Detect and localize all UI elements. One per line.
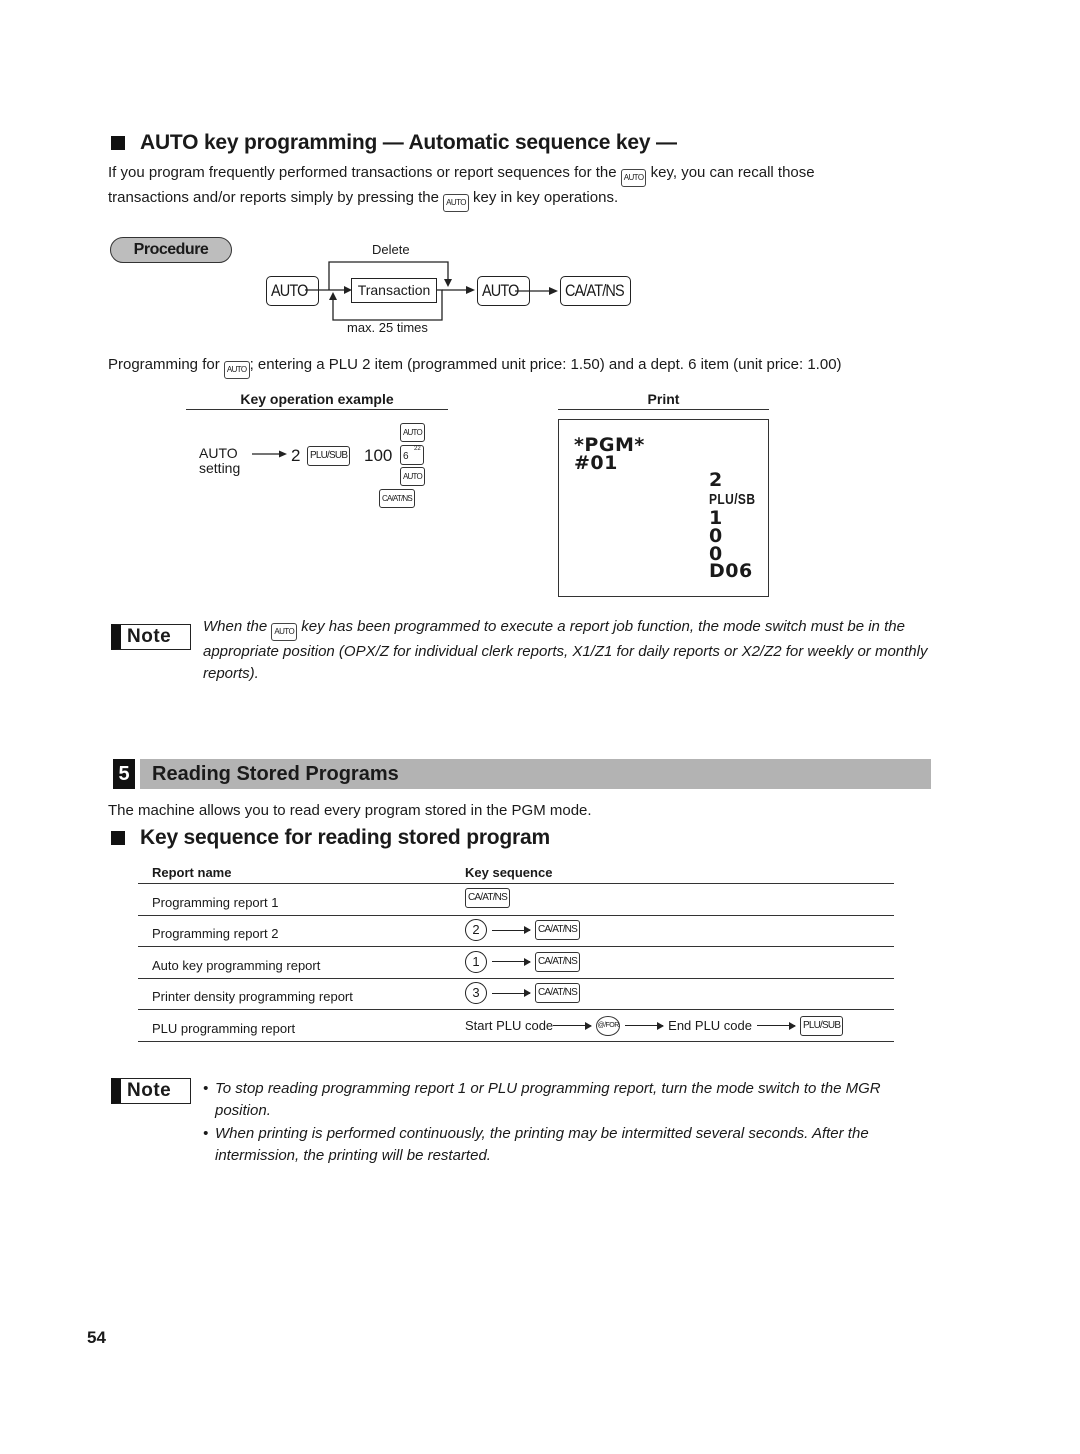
page-number: 54 xyxy=(87,1328,106,1347)
dept-key-sup: 22 xyxy=(414,446,421,452)
entry-number: 2 xyxy=(291,446,301,465)
report-name: Auto key programming report xyxy=(152,957,321,973)
section-title: Reading Stored Programs xyxy=(140,759,931,789)
arrow-icon xyxy=(515,287,558,295)
caatns-key: CA/AT/NS xyxy=(535,983,580,1003)
end-plu-label: End PLU code xyxy=(668,1018,752,1033)
example-desc-2: ; entering a PLU 2 item (programmed unit… xyxy=(249,356,842,373)
report-name: Programming report 1 xyxy=(152,894,279,910)
start-plu-label: Start PLU code xyxy=(465,1018,554,1033)
auto-key-icon: AUTO xyxy=(443,194,469,212)
numeric-key: 3 xyxy=(465,982,487,1004)
numeric-key: 1 xyxy=(465,950,487,973)
intro-text-3: transactions and/or reports simply by pr… xyxy=(108,189,439,206)
receipt-line: #01 xyxy=(574,452,618,474)
print-heading: Print xyxy=(558,391,769,410)
key-sequence: CA/AT/NS xyxy=(465,887,894,910)
auto-key-intro: If you program frequently performed tran… xyxy=(108,162,928,212)
table-header: Report name Key sequence xyxy=(138,862,894,884)
header-report-name: Report name xyxy=(152,865,232,880)
section-5-header: 5 Reading Stored Programs xyxy=(113,759,931,789)
key-sequence-heading: Key sequence for reading stored program xyxy=(111,826,550,850)
key-operation-heading: Key operation example xyxy=(186,391,448,410)
procedure-caatns-key: CA/AT/NS xyxy=(560,276,631,306)
key-sequence: 1 CA/AT/NS xyxy=(465,950,894,973)
receipt-print: *PGM* #01 2 PLU/SB 1 0 0 D06 xyxy=(558,419,769,597)
auto-key-top: AUTO xyxy=(400,423,425,442)
table-row: Programming report 1 CA/AT/NS xyxy=(138,884,894,916)
table-row: Programming report 2 2 CA/AT/NS xyxy=(138,916,894,947)
receipt-line: D06 xyxy=(709,560,753,582)
note2-list: • To stop reading programming report 1 o… xyxy=(203,1078,928,1167)
plu-sub-key: PLU/SUB xyxy=(307,446,351,466)
key-sequence: Start PLU code @/FOR End PLU code PLU/SU… xyxy=(465,1015,894,1036)
note2-bullet: • To stop reading programming report 1 o… xyxy=(203,1078,928,1122)
report-table: Report name Key sequence Programming rep… xyxy=(138,862,894,1042)
procedure-auto-key-start: AUTO xyxy=(266,276,319,306)
arrow-icon xyxy=(492,989,531,997)
section-number: 5 xyxy=(113,759,135,789)
transaction-box: Transaction xyxy=(351,278,437,303)
table-row: PLU programming report Start PLU code @/… xyxy=(138,1010,894,1042)
note1-text-2: key has been programmed to execute a rep… xyxy=(203,618,928,682)
bullet-dot: • xyxy=(203,1080,209,1097)
note-badge: Note xyxy=(111,624,191,650)
auto-setting-label: AUTO setting xyxy=(199,446,240,476)
arrow-icon xyxy=(625,1021,665,1030)
auto-key-icon: AUTO xyxy=(271,623,298,641)
header-key-sequence: Key sequence xyxy=(465,865,553,880)
caatns-key: CA/AT/NS xyxy=(535,951,580,972)
dept-6-key: 6 22 xyxy=(400,445,424,465)
key-sequence-heading-text: Key sequence for reading stored program xyxy=(140,826,550,849)
mode-label-line1: AUTO xyxy=(199,445,238,461)
intro-text-2: key, you can recall those xyxy=(650,164,815,181)
note1-text: When the AUTO key has been programmed to… xyxy=(203,616,938,685)
auto-key-heading: AUTO key programming — Automatic sequenc… xyxy=(111,131,677,155)
arrow-icon xyxy=(492,957,531,966)
section5-intro: The machine allows you to read every pro… xyxy=(108,802,592,819)
heading-bullet-square xyxy=(111,136,125,150)
note2-bullet: • When printing is performed continuousl… xyxy=(203,1123,928,1167)
arrow-icon xyxy=(252,450,287,458)
bullet-dot: • xyxy=(203,1125,209,1142)
example-desc-1: Programming for xyxy=(108,356,220,373)
receipt-line: 2 xyxy=(709,469,723,491)
price-entry: 100 xyxy=(364,446,393,465)
arrow-icon xyxy=(553,1021,593,1030)
table-row: Printer density programming report 3 CA/… xyxy=(138,979,894,1010)
caatns-key: CA/AT/NS xyxy=(465,887,510,908)
mode-label-line2: setting xyxy=(199,460,241,476)
auto-key-icon: AUTO xyxy=(620,169,647,187)
report-name: Programming report 2 xyxy=(152,926,279,941)
numeric-key: 2 xyxy=(465,919,487,941)
arrow-icon xyxy=(492,926,531,934)
table-row: Auto key programming report 1 CA/AT/NS xyxy=(138,947,894,979)
note2-bullet-text: To stop reading programming report 1 or … xyxy=(215,1080,881,1119)
note1-text-1: When the xyxy=(203,618,268,635)
auto-key-heading-text: AUTO key programming — Automatic sequenc… xyxy=(140,131,677,154)
heading-bullet-square xyxy=(111,831,125,845)
example-description: Programming for AUTO; entering a PLU 2 i… xyxy=(108,354,948,379)
intro-text-1: If you program frequently performed tran… xyxy=(108,164,617,181)
report-name: PLU programming report xyxy=(152,1020,296,1036)
dept-key-main: 6 xyxy=(403,451,409,462)
key-sequence: 3 CA/AT/NS xyxy=(465,982,894,1004)
key-sequence: 2 CA/AT/NS xyxy=(465,919,894,941)
auto-key-icon: AUTO xyxy=(223,361,250,379)
report-name: Printer density programming report xyxy=(152,989,353,1004)
caatns-key: CA/AT/NS xyxy=(535,920,580,940)
note-badge: Note xyxy=(111,1078,191,1104)
procedure-badge: Procedure xyxy=(110,237,232,263)
arrow-icon xyxy=(757,1021,796,1030)
auto-key-bottom: AUTO xyxy=(400,467,425,486)
at-for-key: @/FOR xyxy=(596,1015,621,1036)
caatns-key: CA/AT/NS xyxy=(379,489,415,508)
note2-bullet-text: When printing is performed continuously,… xyxy=(215,1125,869,1164)
plu-sub-key: PLU/SUB xyxy=(800,1015,844,1036)
max-times-label: max. 25 times xyxy=(347,320,428,335)
intro-text-4: key in key operations. xyxy=(473,189,619,206)
